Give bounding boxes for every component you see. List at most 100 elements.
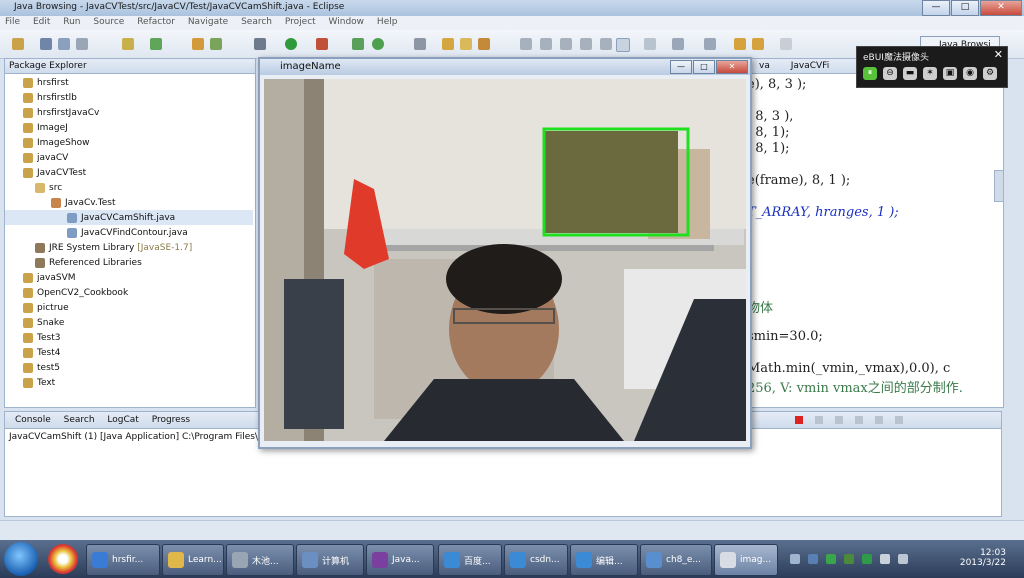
tab-progress[interactable]: Progress xyxy=(152,412,190,428)
new-icon[interactable] xyxy=(12,38,24,50)
settings-icon[interactable]: ⚙ xyxy=(983,67,997,80)
menu-project[interactable]: Project xyxy=(280,16,321,28)
tree-item[interactable]: Snake xyxy=(5,315,253,330)
menu-edit[interactable]: Edit xyxy=(28,16,55,28)
prev-annotation-icon[interactable] xyxy=(704,38,716,50)
image-minimize-button[interactable]: — xyxy=(670,60,692,74)
maximize-button[interactable]: □ xyxy=(951,0,979,16)
editor-scrollbar-thumb[interactable] xyxy=(994,170,1004,202)
tree-item[interactable]: Test4 xyxy=(5,345,253,360)
taskbar-item[interactable]: Learn... xyxy=(162,544,224,576)
pen-icon[interactable] xyxy=(478,38,490,50)
camera-widget-close-icon[interactable]: ✕ xyxy=(994,48,1003,61)
external-tools-icon[interactable] xyxy=(316,38,328,50)
clear-console-icon[interactable] xyxy=(835,416,843,424)
tree-item[interactable]: ImageShow xyxy=(5,135,253,150)
tray-app-icon[interactable] xyxy=(880,554,890,564)
tab-console[interactable]: Console xyxy=(15,412,51,428)
volume-icon[interactable] xyxy=(898,554,908,564)
tab-search[interactable]: Search xyxy=(64,412,95,428)
close-button[interactable]: ✕ xyxy=(980,0,1022,16)
forward-icon[interactable] xyxy=(780,38,792,50)
back-icon[interactable] xyxy=(752,38,764,50)
menu-navigate[interactable]: Navigate xyxy=(183,16,233,28)
run-icon[interactable] xyxy=(285,38,297,50)
taskbar-item[interactable]: csdn... xyxy=(504,544,568,576)
tree-item[interactable]: Test3 xyxy=(5,330,253,345)
tree-item[interactable]: hrsfirstlb xyxy=(5,90,253,105)
tree-item[interactable]: javaSVM xyxy=(5,270,253,285)
menu-help[interactable]: Help xyxy=(372,16,403,28)
remove-launch-icon[interactable] xyxy=(815,416,823,424)
tree-item[interactable]: ImageJ xyxy=(5,120,253,135)
image-close-button[interactable]: ✕ xyxy=(716,60,748,74)
selection-icon[interactable] xyxy=(616,38,630,52)
tree-item[interactable]: javaCV xyxy=(5,150,253,165)
taskbar-item[interactable]: 百度... xyxy=(438,544,502,576)
screen-icon[interactable]: ▣ xyxy=(943,67,957,80)
menu-run[interactable]: Run xyxy=(58,16,85,28)
tree-item[interactable]: JavaCv.Test xyxy=(5,195,253,210)
show-whitespace-icon[interactable] xyxy=(580,38,592,50)
show-hidden-icon[interactable] xyxy=(790,554,800,564)
mark-icon[interactable] xyxy=(540,38,552,50)
taskbar-item[interactable]: Java... xyxy=(366,544,434,576)
save-icon[interactable] xyxy=(40,38,52,50)
open-task-icon[interactable] xyxy=(442,38,454,50)
new-class-icon[interactable] xyxy=(372,38,384,50)
tree-item[interactable]: Text xyxy=(5,375,253,390)
block-icon[interactable] xyxy=(600,38,612,50)
security-icon[interactable] xyxy=(862,554,872,564)
display-console-icon[interactable] xyxy=(895,416,903,424)
editor-tab-active[interactable]: va xyxy=(759,61,770,71)
task-icon[interactable] xyxy=(150,38,162,50)
taskbar-item[interactable]: ch8_e... xyxy=(640,544,712,576)
terminate-icon[interactable] xyxy=(795,416,803,424)
editor-tab[interactable]: JavaCVFi xyxy=(791,61,829,71)
annotation-icon[interactable] xyxy=(520,38,532,50)
new-java-project-icon[interactable] xyxy=(352,38,364,50)
menu-source[interactable]: Source xyxy=(88,16,129,28)
tree-item[interactable]: hrsfirstJavaCv xyxy=(5,105,253,120)
minimize-button[interactable]: — xyxy=(922,0,950,16)
taskbar-item[interactable]: 计算机 xyxy=(296,544,364,576)
nvidia-icon[interactable] xyxy=(844,554,854,564)
tree-item[interactable]: JavaCVFindContour.java xyxy=(5,225,253,240)
taskbar-item-active[interactable]: imag... xyxy=(714,544,778,576)
debug-run-icon[interactable] xyxy=(254,38,266,50)
scroll-lock-icon[interactable] xyxy=(855,416,863,424)
search-icon[interactable] xyxy=(460,38,472,50)
breadcrumb-icon[interactable] xyxy=(644,38,656,50)
open-type-icon[interactable] xyxy=(414,38,426,50)
tree-item[interactable]: JavaCVTest xyxy=(5,165,253,180)
debug-icon[interactable] xyxy=(192,38,204,50)
tab-logcat[interactable]: LogCat xyxy=(107,412,138,428)
package-explorer-title[interactable]: Package Explorer xyxy=(9,61,87,71)
network-icon[interactable] xyxy=(808,554,818,564)
chat-icon[interactable]: ▬ xyxy=(903,67,917,80)
pin-console-icon[interactable] xyxy=(875,416,883,424)
next-annotation-icon[interactable] xyxy=(672,38,684,50)
tree-item[interactable]: pictrue xyxy=(5,300,253,315)
last-edit-icon[interactable] xyxy=(734,38,746,50)
tree-item-selected[interactable]: JavaCVCamShift.java xyxy=(5,210,253,225)
taskbar-item[interactable]: 木池... xyxy=(226,544,294,576)
tree-item[interactable]: test5 xyxy=(5,360,253,375)
menu-search[interactable]: Search xyxy=(236,16,277,28)
toggle-icon[interactable] xyxy=(560,38,572,50)
tree-item[interactable]: JRE System Library [JavaSE-1.7] xyxy=(5,240,253,255)
menu-refactor[interactable]: Refactor xyxy=(132,16,180,28)
save-all-icon[interactable] xyxy=(58,38,70,50)
code-editor[interactable]: va JavaCVFi e), 8, 3 ); , 8, 3 ), , 8, 1… xyxy=(740,58,1004,408)
tree-item[interactable]: OpenCV2_Cookbook xyxy=(5,285,253,300)
menu-window[interactable]: Window xyxy=(324,16,370,28)
print-icon[interactable] xyxy=(76,38,88,50)
taskbar-item[interactable]: hrsfir... xyxy=(86,544,160,576)
pause-icon[interactable]: ⏸ xyxy=(863,67,877,80)
clock[interactable]: 12:03 2013/3/22 xyxy=(960,548,1006,568)
chrome-icon[interactable] xyxy=(48,544,78,574)
java-icon[interactable] xyxy=(210,38,222,50)
tree-item[interactable]: hrsfirst xyxy=(5,75,253,90)
effect-icon[interactable]: ✶ xyxy=(923,67,937,80)
tray-app-icon[interactable] xyxy=(826,554,836,564)
